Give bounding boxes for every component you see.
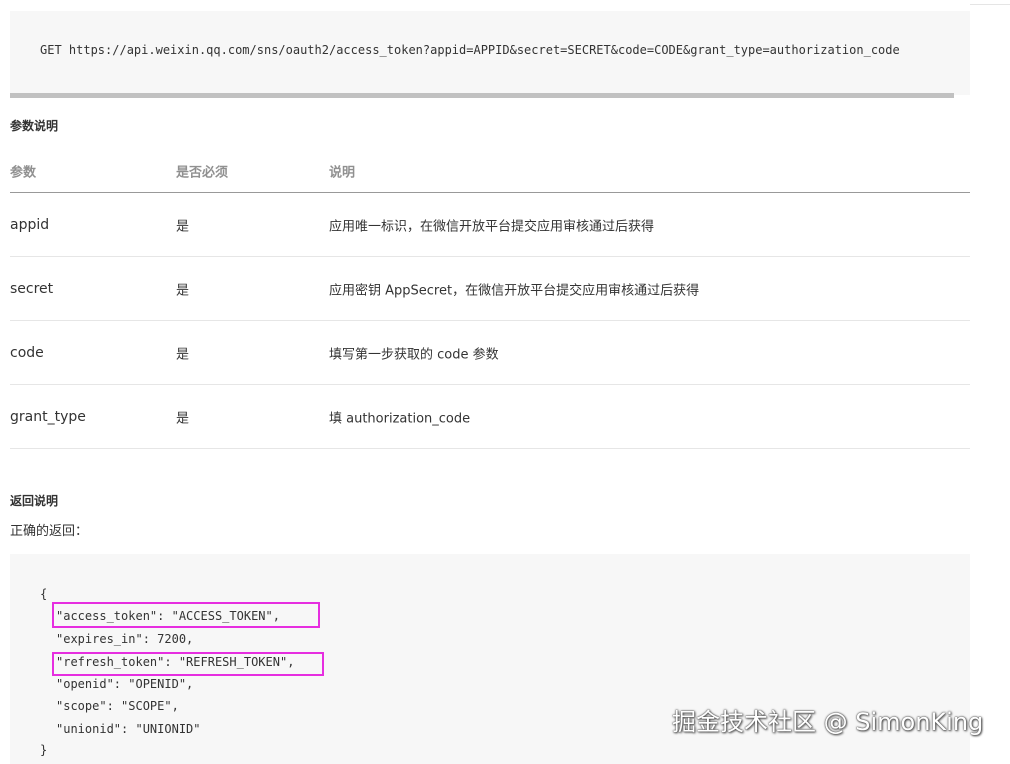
param-required: 是 (176, 283, 190, 298)
header-required: 是否必须 (176, 165, 229, 181)
header-desc: 说明 (329, 165, 356, 181)
param-desc: 填写第一步获取的 code 参数 (329, 347, 499, 362)
json-unionid: "unionid": "UNIONID" (56, 722, 201, 736)
refresh-token-highlight (52, 652, 324, 676)
watermark: 掘金技术社区 @ SimonKing (672, 708, 984, 736)
param-desc: 应用唯一标识，在微信开放平台提交应用审核通过后获得 (329, 219, 655, 234)
param-desc: 填 authorization_code (329, 411, 471, 426)
param-required: 是 (176, 347, 190, 362)
param-required: 是 (176, 411, 190, 426)
param-name: secret (10, 280, 54, 297)
table-row: appid 是 应用唯一标识，在微信开放平台提交应用审核通过后获得 (10, 193, 970, 257)
table-row: secret 是 应用密钥 AppSecret，在微信开放平台提交应用审核通过后… (10, 257, 970, 321)
access-token-highlight (52, 602, 320, 628)
code-scrollbar[interactable] (10, 93, 954, 98)
top-divider (970, 4, 1010, 5)
header-param: 参数 (10, 165, 37, 181)
param-name: code (10, 344, 44, 361)
param-name: appid (10, 216, 50, 233)
request-url-line: GET https://api.weixin.qq.com/sns/oauth2… (40, 43, 900, 57)
param-desc: 应用密钥 AppSecret，在微信开放平台提交应用审核通过后获得 (329, 283, 700, 298)
json-expires-in: "expires_in": 7200, (56, 632, 194, 646)
json-openid: "openid": "OPENID", (56, 677, 194, 691)
param-name: grant_type (10, 408, 86, 425)
return-subtitle: 正确的返回： (10, 524, 89, 539)
table-row: grant_type 是 填 authorization_code (10, 385, 970, 449)
return-section-title: 返回说明 (10, 494, 59, 508)
params-table: 参数 是否必须 说明 appid 是 应用唯一标识，在微信开放平台提交应用审核通… (10, 150, 970, 449)
params-section-title: 参数说明 (10, 119, 59, 133)
request-code-block: GET https://api.weixin.qq.com/sns/oauth2… (10, 11, 970, 95)
json-open-brace: { (40, 587, 48, 601)
json-close-brace: } (40, 743, 48, 757)
table-row: code 是 填写第一步获取的 code 参数 (10, 321, 970, 385)
table-header-row: 参数 是否必须 说明 (10, 150, 970, 193)
json-scope: "scope": "SCOPE", (56, 699, 179, 713)
param-required: 是 (176, 219, 190, 234)
